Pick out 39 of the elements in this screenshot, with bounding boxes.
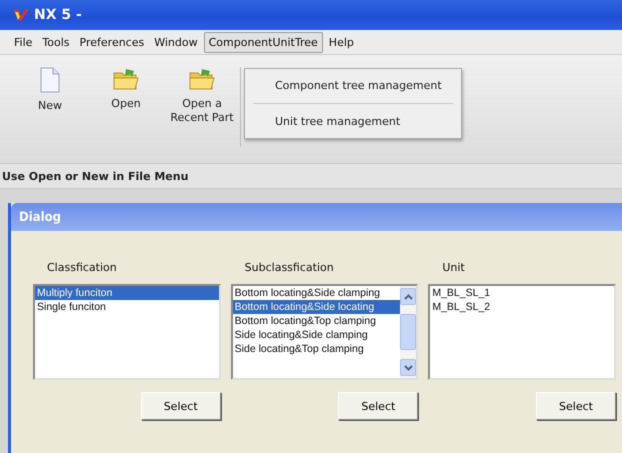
menu-option[interactable]: Component tree management bbox=[245, 73, 461, 98]
toolbar-button[interactable]: New bbox=[12, 67, 88, 113]
list-item[interactable]: Bottom locating&Side clamping bbox=[232, 286, 400, 300]
menu-item[interactable]: Help bbox=[324, 32, 358, 52]
list-item[interactable]: Bottom locating&Top clamping bbox=[232, 314, 400, 328]
scrollbar[interactable] bbox=[400, 286, 416, 378]
column-heading: Classfication bbox=[46, 261, 118, 274]
list-item[interactable]: M_BL_SL_1 bbox=[430, 286, 614, 300]
caret-down-icon bbox=[404, 364, 413, 370]
column-heading: Unit bbox=[441, 261, 466, 274]
toolbar-button[interactable]: Open bbox=[88, 67, 164, 111]
list-item[interactable]: Single funciton bbox=[35, 300, 219, 314]
menu-item[interactable]: ComponentUnitTree bbox=[204, 32, 323, 52]
scroll-thumb[interactable] bbox=[400, 314, 416, 350]
list-item[interactable]: Side locating&Top clamping bbox=[232, 342, 400, 356]
status-text: Use Open or New in File Menu bbox=[2, 170, 188, 182]
scroll-up-button[interactable] bbox=[400, 288, 416, 305]
folder-icon bbox=[188, 67, 216, 91]
menu-item[interactable]: Tools bbox=[38, 32, 74, 52]
dialog-title: Dialog bbox=[19, 210, 62, 224]
toolbar-button[interactable]: Open a Recent Part bbox=[164, 67, 240, 125]
document-icon bbox=[39, 67, 61, 93]
menu-item[interactable]: File bbox=[10, 32, 36, 52]
window-title: NX 5 - bbox=[34, 7, 82, 23]
list-item[interactable]: Bottom locating&Side locating bbox=[232, 300, 400, 314]
folder-icon bbox=[112, 67, 140, 91]
logo-icon bbox=[12, 8, 30, 22]
scroll-down-button[interactable] bbox=[400, 359, 416, 376]
list-item[interactable]: M_BL_SL_2 bbox=[430, 300, 614, 314]
menu-option[interactable]: Unit tree management bbox=[245, 109, 461, 134]
menu-item[interactable]: Window bbox=[150, 32, 202, 52]
column-heading: Subclassfication bbox=[244, 261, 335, 274]
select-button[interactable]: Select bbox=[338, 392, 418, 420]
list-item[interactable]: Multiply funciton bbox=[35, 286, 219, 300]
select-button[interactable]: Select bbox=[536, 392, 616, 420]
select-button[interactable]: Select bbox=[140, 392, 221, 420]
caret-up-icon bbox=[404, 294, 413, 300]
menu-item[interactable]: Preferences bbox=[76, 32, 148, 52]
list-item[interactable]: Side locating&Side clamping bbox=[232, 328, 400, 342]
